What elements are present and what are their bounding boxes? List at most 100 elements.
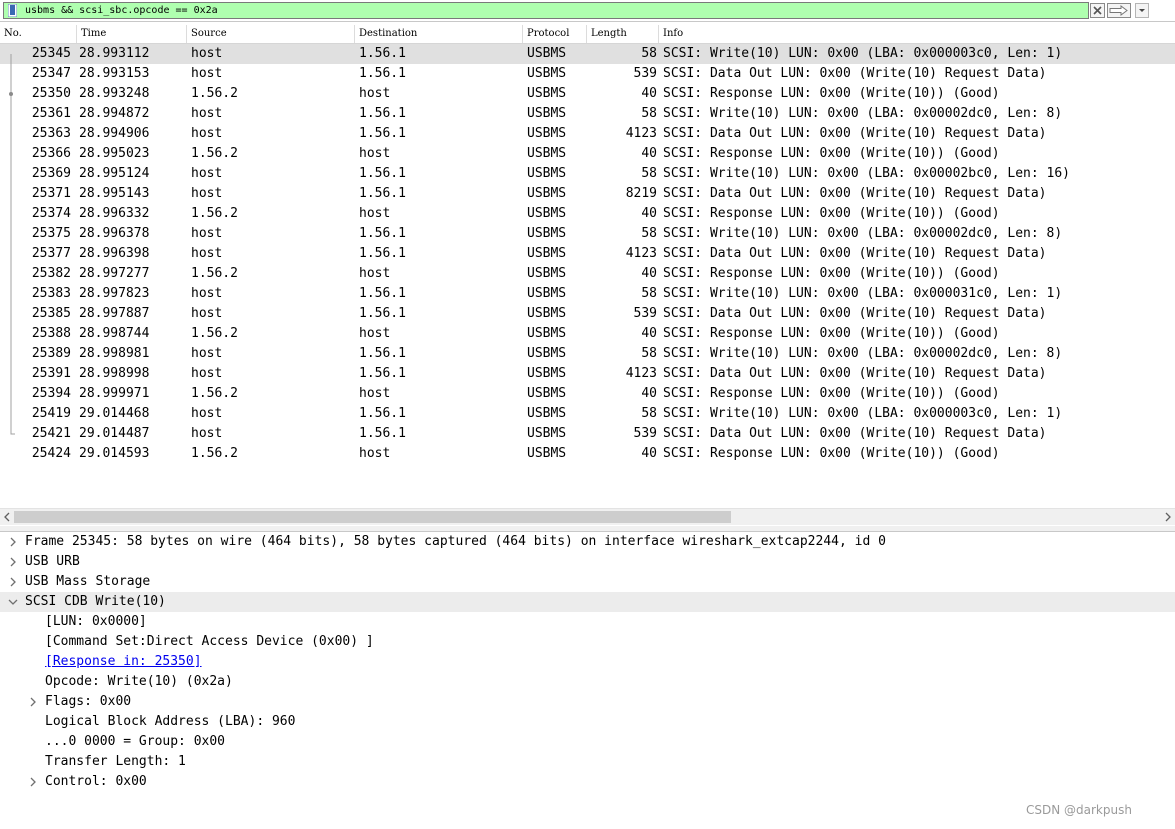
- column-header-time[interactable]: Time: [77, 25, 187, 43]
- table-row[interactable]: 25388 28.998744 1.56.2 host USBMS 40 SCSI: Res…: [0, 324, 1175, 344]
- related-packet-indicator: [10, 124, 12, 144]
- column-header-no[interactable]: No.: [0, 25, 77, 43]
- scrollbar-thumb[interactable]: [14, 511, 731, 523]
- packet-source: host: [191, 186, 223, 201]
- table-row[interactable]: 25371 28.995143 host 1.56.1 USBMS 8219 SCSI: D…: [0, 184, 1175, 204]
- table-row[interactable]: 25385 28.997887 host 1.56.1 USBMS 539 SCSI: Da…: [0, 304, 1175, 324]
- packet-source: 1.56.2: [191, 326, 238, 341]
- apply-filter-icon[interactable]: [1107, 3, 1131, 18]
- table-row[interactable]: 25419 29.014468 host 1.56.1 USBMS 58 SCSI: Wri…: [0, 404, 1175, 424]
- table-row[interactable]: 25375 28.996378 host 1.56.1 USBMS 58 SCSI: Wri…: [0, 224, 1175, 244]
- table-row[interactable]: 25347 28.993153 host 1.56.1 USBMS 539 SCSI: Da…: [0, 64, 1175, 84]
- packet-source: host: [191, 66, 223, 81]
- packet-source: host: [191, 286, 223, 301]
- table-row[interactable]: 25382 28.997277 1.56.2 host USBMS 40 SCSI: Res…: [0, 264, 1175, 284]
- packet-destination: host: [359, 146, 391, 161]
- details-tree-item[interactable]: [Command Set:Direct Access Device (0x00)…: [0, 632, 1175, 652]
- table-row[interactable]: 25383 28.997823 host 1.56.1 USBMS 58 SCSI: Wri…: [0, 284, 1175, 304]
- packet-time: 28.993248: [79, 86, 150, 101]
- table-row[interactable]: 25345 28.993112 host 1.56.1 USBMS 58 SCSI: Wri…: [0, 44, 1175, 64]
- scroll-right-icon[interactable]: [1163, 511, 1173, 523]
- table-row[interactable]: 25389 28.998981 host 1.56.1 USBMS 58 SCSI: Wri…: [0, 344, 1175, 364]
- packet-source: 1.56.2: [191, 206, 238, 221]
- packet-protocol: USBMS: [527, 186, 567, 201]
- packet-time: 28.997277: [79, 266, 150, 281]
- packet-info: SCSI: Write(10) LUN: 0x00 (LBA: 0x000003…: [663, 46, 1063, 61]
- packet-destination: 1.56.1: [359, 66, 406, 81]
- table-row[interactable]: 25391 28.998998 host 1.56.1 USBMS 4123 SCSI: D…: [0, 364, 1175, 384]
- details-tree-label: ...0 0000 = Group: 0x00: [45, 734, 226, 749]
- details-tree-item[interactable]: Control: 0x00: [0, 772, 1175, 792]
- packet-time: 28.996378: [79, 226, 150, 241]
- table-row[interactable]: 25369 28.995124 host 1.56.1 USBMS 58 SCSI: Wri…: [0, 164, 1175, 184]
- packet-source: 1.56.2: [191, 446, 238, 461]
- table-row[interactable]: 25374 28.996332 1.56.2 host USBMS 40 SCSI: Res…: [0, 204, 1175, 224]
- packet-info: SCSI: Write(10) LUN: 0x00 (LBA: 0x00002d…: [663, 346, 1063, 361]
- details-tree-item[interactable]: USB Mass Storage: [0, 572, 1175, 592]
- column-header-protocol[interactable]: Protocol: [523, 25, 587, 43]
- table-row[interactable]: 25377 28.996398 host 1.56.1 USBMS 4123 SCSI: D…: [0, 244, 1175, 264]
- packet-time: 28.995124: [79, 166, 150, 181]
- packet-protocol: USBMS: [527, 206, 567, 221]
- related-packet-indicator: [10, 344, 12, 364]
- packet-length: 58: [641, 106, 657, 121]
- table-row[interactable]: 25424 29.014593 1.56.2 host USBMS 40 SCSI: Res…: [0, 444, 1175, 464]
- packet-length: 539: [633, 426, 657, 441]
- packet-destination: host: [359, 266, 391, 281]
- related-packet-indicator: [10, 184, 12, 204]
- chevron-right-icon[interactable]: [28, 697, 38, 707]
- packet-list-horizontal-scrollbar[interactable]: [0, 508, 1175, 525]
- watermark: CSDN @darkpush: [1026, 803, 1132, 817]
- chevron-right-icon[interactable]: [8, 557, 18, 567]
- details-tree-item[interactable]: USB URB: [0, 552, 1175, 572]
- packet-length: 58: [641, 286, 657, 301]
- column-header-length[interactable]: Length: [587, 25, 659, 43]
- display-filter-input[interactable]: usbms && scsi_sbc.opcode == 0x2a: [3, 2, 1089, 19]
- details-tree-item[interactable]: SCSI CDB Write(10): [0, 592, 1175, 612]
- packet-info: SCSI: Data Out LUN: 0x00 (Write(10) Requ…: [663, 186, 1047, 201]
- chevron-down-icon[interactable]: [1135, 3, 1149, 18]
- packet-protocol: USBMS: [527, 346, 567, 361]
- packet-destination: 1.56.1: [359, 406, 406, 421]
- details-tree-item[interactable]: Logical Block Address (LBA): 960: [0, 712, 1175, 732]
- column-header-destination[interactable]: Destination: [355, 25, 523, 43]
- table-row[interactable]: 25363 28.994906 host 1.56.1 USBMS 4123 SCSI: D…: [0, 124, 1175, 144]
- packet-protocol: USBMS: [527, 66, 567, 81]
- packet-time: 28.994906: [79, 126, 150, 141]
- table-row[interactable]: 25350 28.993248 1.56.2 host USBMS 40 SCSI: Res…: [0, 84, 1175, 104]
- packet-length: 4123: [625, 246, 657, 261]
- clear-filter-icon[interactable]: [1090, 3, 1105, 18]
- details-tree-item[interactable]: Flags: 0x00: [0, 692, 1175, 712]
- table-row[interactable]: 25421 29.014487 host 1.56.1 USBMS 539 SCSI: Da…: [0, 424, 1175, 444]
- scroll-left-icon[interactable]: [2, 511, 12, 523]
- chevron-right-icon[interactable]: [8, 537, 18, 547]
- related-packet-indicator: [9, 84, 13, 104]
- packet-source: host: [191, 46, 223, 61]
- packet-destination: host: [359, 386, 391, 401]
- details-tree-item[interactable]: [Response in: 25350]: [0, 652, 1175, 672]
- chevron-down-icon[interactable]: [8, 597, 18, 607]
- details-tree-item[interactable]: Frame 25345: 58 bytes on wire (464 bits)…: [0, 532, 1175, 552]
- bookmark-icon[interactable]: [8, 4, 17, 17]
- packet-protocol: USBMS: [527, 266, 567, 281]
- packet-source: host: [191, 126, 223, 141]
- packet-time: 28.999971: [79, 386, 150, 401]
- column-header-source[interactable]: Source: [187, 25, 355, 43]
- details-tree-item[interactable]: [LUN: 0x0000]: [0, 612, 1175, 632]
- packet-source: 1.56.2: [191, 266, 238, 281]
- response-in-link[interactable]: [Response in: 25350]: [45, 652, 202, 672]
- packet-destination: 1.56.1: [359, 46, 406, 61]
- packet-destination: 1.56.1: [359, 346, 406, 361]
- details-tree-item[interactable]: ...0 0000 = Group: 0x00: [0, 732, 1175, 752]
- table-row[interactable]: 25394 28.999971 1.56.2 host USBMS 40 SCSI: Res…: [0, 384, 1175, 404]
- table-row[interactable]: 25366 28.995023 1.56.2 host USBMS 40 SCSI: Res…: [0, 144, 1175, 164]
- packet-protocol: USBMS: [527, 46, 567, 61]
- column-header-info[interactable]: Info: [659, 25, 1175, 43]
- details-tree-item[interactable]: Opcode: Write(10) (0x2a): [0, 672, 1175, 692]
- chevron-right-icon[interactable]: [8, 577, 18, 587]
- chevron-right-icon[interactable]: [28, 777, 38, 787]
- packet-time: 28.997823: [79, 286, 150, 301]
- packet-info: SCSI: Response LUN: 0x00 (Write(10)) (Go…: [663, 326, 1000, 341]
- table-row[interactable]: 25361 28.994872 host 1.56.1 USBMS 58 SCSI: Wri…: [0, 104, 1175, 124]
- details-tree-item[interactable]: Transfer Length: 1: [0, 752, 1175, 772]
